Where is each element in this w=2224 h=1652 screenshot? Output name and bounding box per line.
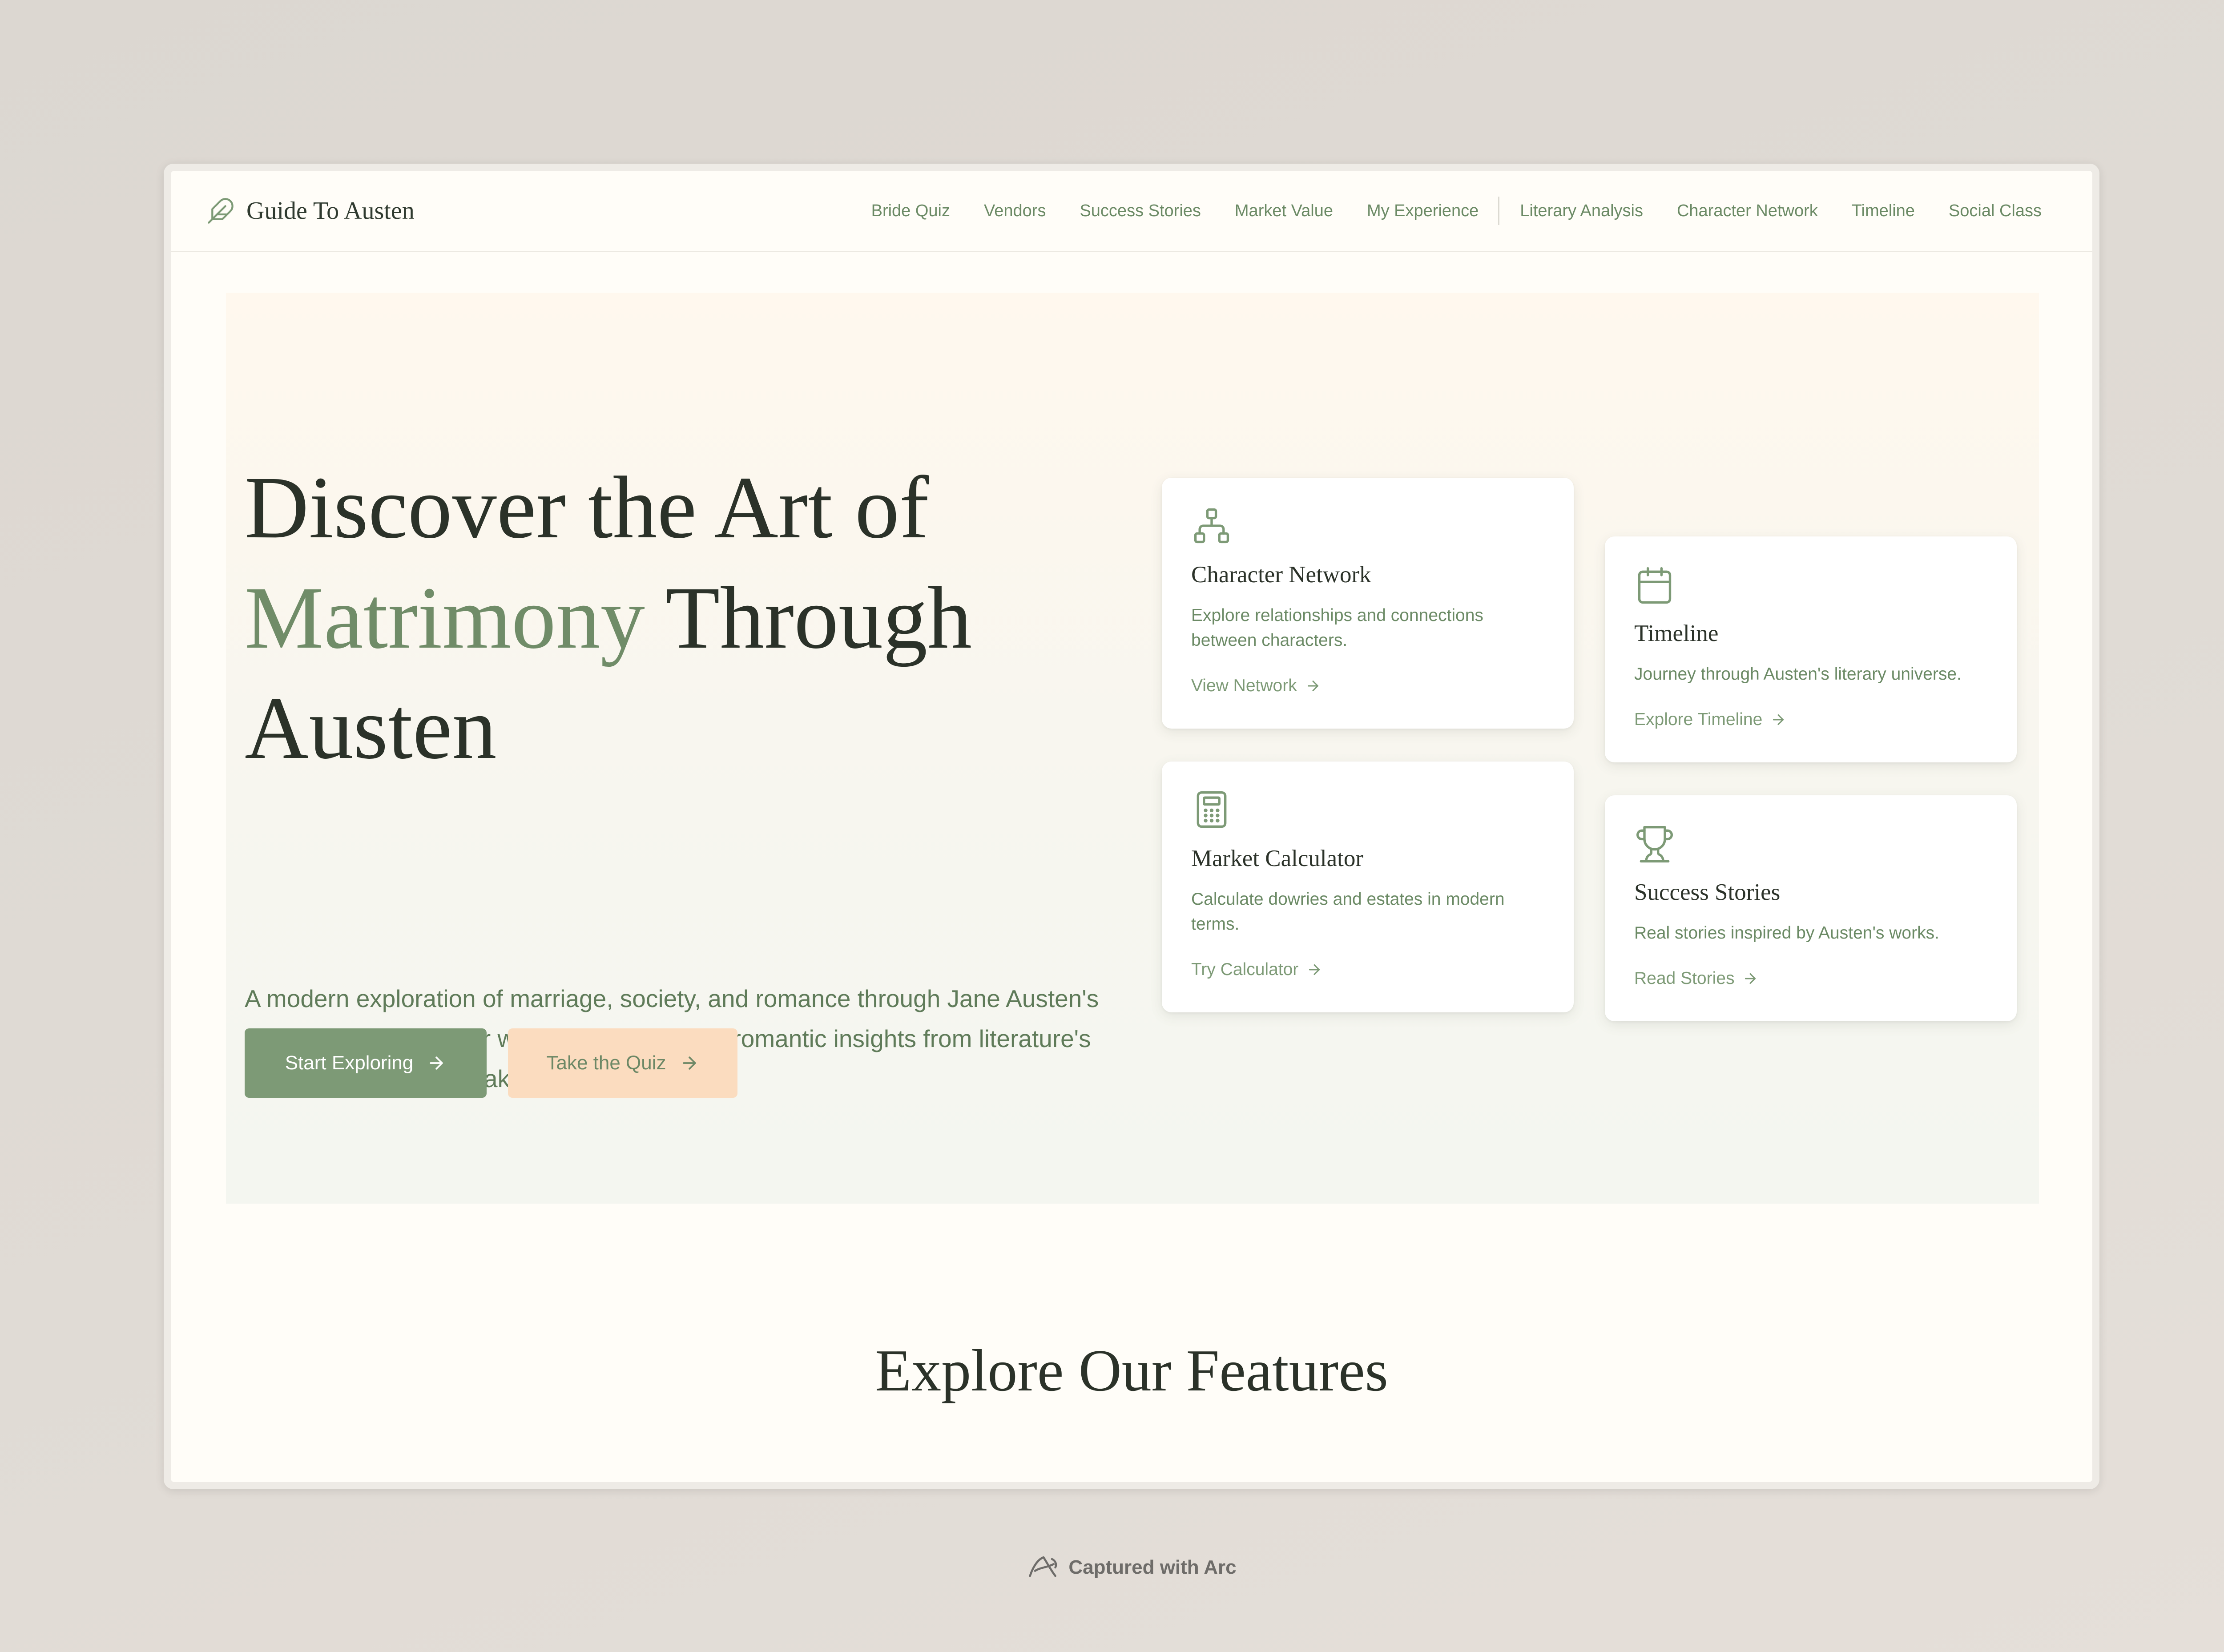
- start-exploring-label: Start Exploring: [285, 1052, 414, 1074]
- feather-icon: [208, 198, 234, 224]
- nav-link-market-value[interactable]: Market Value: [1235, 201, 1333, 221]
- brand-logo[interactable]: Guide To Austen: [206, 171, 415, 251]
- arc-logo-icon: [1029, 1556, 1057, 1577]
- card-link-label: View Network: [1191, 676, 1297, 695]
- feature-card-character-network[interactable]: Character Network Explore relationships …: [1162, 478, 1574, 729]
- nav-link-timeline[interactable]: Timeline: [1852, 201, 1915, 221]
- take-quiz-label: Take the Quiz: [546, 1052, 666, 1074]
- feature-card-timeline[interactable]: Timeline Journey through Austen's litera…: [1605, 536, 2017, 762]
- network-icon: [1194, 508, 1229, 544]
- hero-title: Discover the Art of Matrimony Through Aust…: [245, 453, 1152, 784]
- try-calculator-link[interactable]: Try Calculator: [1191, 960, 1322, 979]
- arrow-right-icon: [1745, 973, 1756, 984]
- nav-link-character-network[interactable]: Character Network: [1677, 201, 1818, 221]
- hero-title-accent: Matrimony: [245, 569, 645, 667]
- read-stories-link[interactable]: Read Stories: [1634, 969, 1758, 988]
- hero-title-line2: Through: [665, 569, 972, 667]
- card-link-label: Try Calculator: [1191, 960, 1299, 979]
- brand-name: Guide To Austen: [246, 197, 415, 225]
- card-title: Market Calculator: [1191, 846, 1364, 871]
- page: Guide To Austen Bride Quiz Vendors Succe…: [171, 171, 2092, 1482]
- nav-link-literary-analysis[interactable]: Literary Analysis: [1520, 201, 1643, 221]
- arc-caption: Captured with Arc: [0, 1550, 2224, 1585]
- explore-timeline-link[interactable]: Explore Timeline: [1634, 710, 1786, 729]
- calculator-icon: [1197, 791, 1227, 828]
- nav-link-bride-quiz[interactable]: Bride Quiz: [871, 201, 950, 221]
- nav-link-success-stories[interactable]: Success Stories: [1080, 201, 1201, 221]
- view-network-link[interactable]: View Network: [1191, 676, 1321, 696]
- nav-divider: [1498, 197, 1500, 225]
- arc-caption-text: Captured with Arc: [1068, 1556, 1237, 1578]
- card-title: Timeline: [1634, 621, 1719, 646]
- card-title: Character Network: [1191, 562, 1371, 588]
- card-link-label: Explore Timeline: [1634, 710, 1763, 729]
- arrow-right-icon: [1307, 681, 1318, 691]
- arrow-right-icon: [682, 1056, 696, 1070]
- card-description: Explore relationships and connections be…: [1191, 606, 1483, 650]
- navbar: Guide To Austen Bride Quiz Vendors Succe…: [171, 171, 2092, 252]
- feature-card-success-stories[interactable]: Success Stories Real stories inspired by…: [1605, 795, 2017, 1021]
- nav-link-my-experience[interactable]: My Experience: [1367, 201, 1479, 221]
- browser-window: Guide To Austen Bride Quiz Vendors Succe…: [164, 164, 2099, 1489]
- trophy-icon: [1636, 826, 1673, 863]
- calendar-icon: [1638, 567, 1672, 604]
- card-title: Success Stories: [1634, 879, 1781, 905]
- feature-card-market-calculator[interactable]: Market Calculator Calculate dowries and …: [1162, 762, 1574, 1012]
- hero-title-line1: Discover the Art of: [245, 459, 929, 557]
- take-quiz-button[interactable]: Take the Quiz: [508, 1028, 737, 1098]
- arrow-right-icon: [430, 1056, 443, 1070]
- nav-link-vendors[interactable]: Vendors: [984, 201, 1046, 221]
- card-link-label: Read Stories: [1634, 969, 1735, 988]
- nav-links: Bride Quiz Vendors Success Stories Marke…: [871, 171, 2042, 251]
- nav-link-social-class[interactable]: Social Class: [1949, 201, 2042, 221]
- card-description: Journey through Austen's literary univer…: [1634, 665, 1962, 684]
- arrow-right-icon: [1309, 964, 1320, 975]
- hero-title-line3: Austen: [245, 679, 497, 778]
- start-exploring-button[interactable]: Start Exploring: [245, 1028, 487, 1098]
- card-description: Calculate dowries and estates in modern …: [1191, 890, 1505, 934]
- arrow-right-icon: [1773, 714, 1784, 725]
- features-section-title: Explore Our Features: [875, 1338, 1388, 1403]
- card-description: Real stories inspired by Austen's works.: [1634, 923, 1939, 943]
